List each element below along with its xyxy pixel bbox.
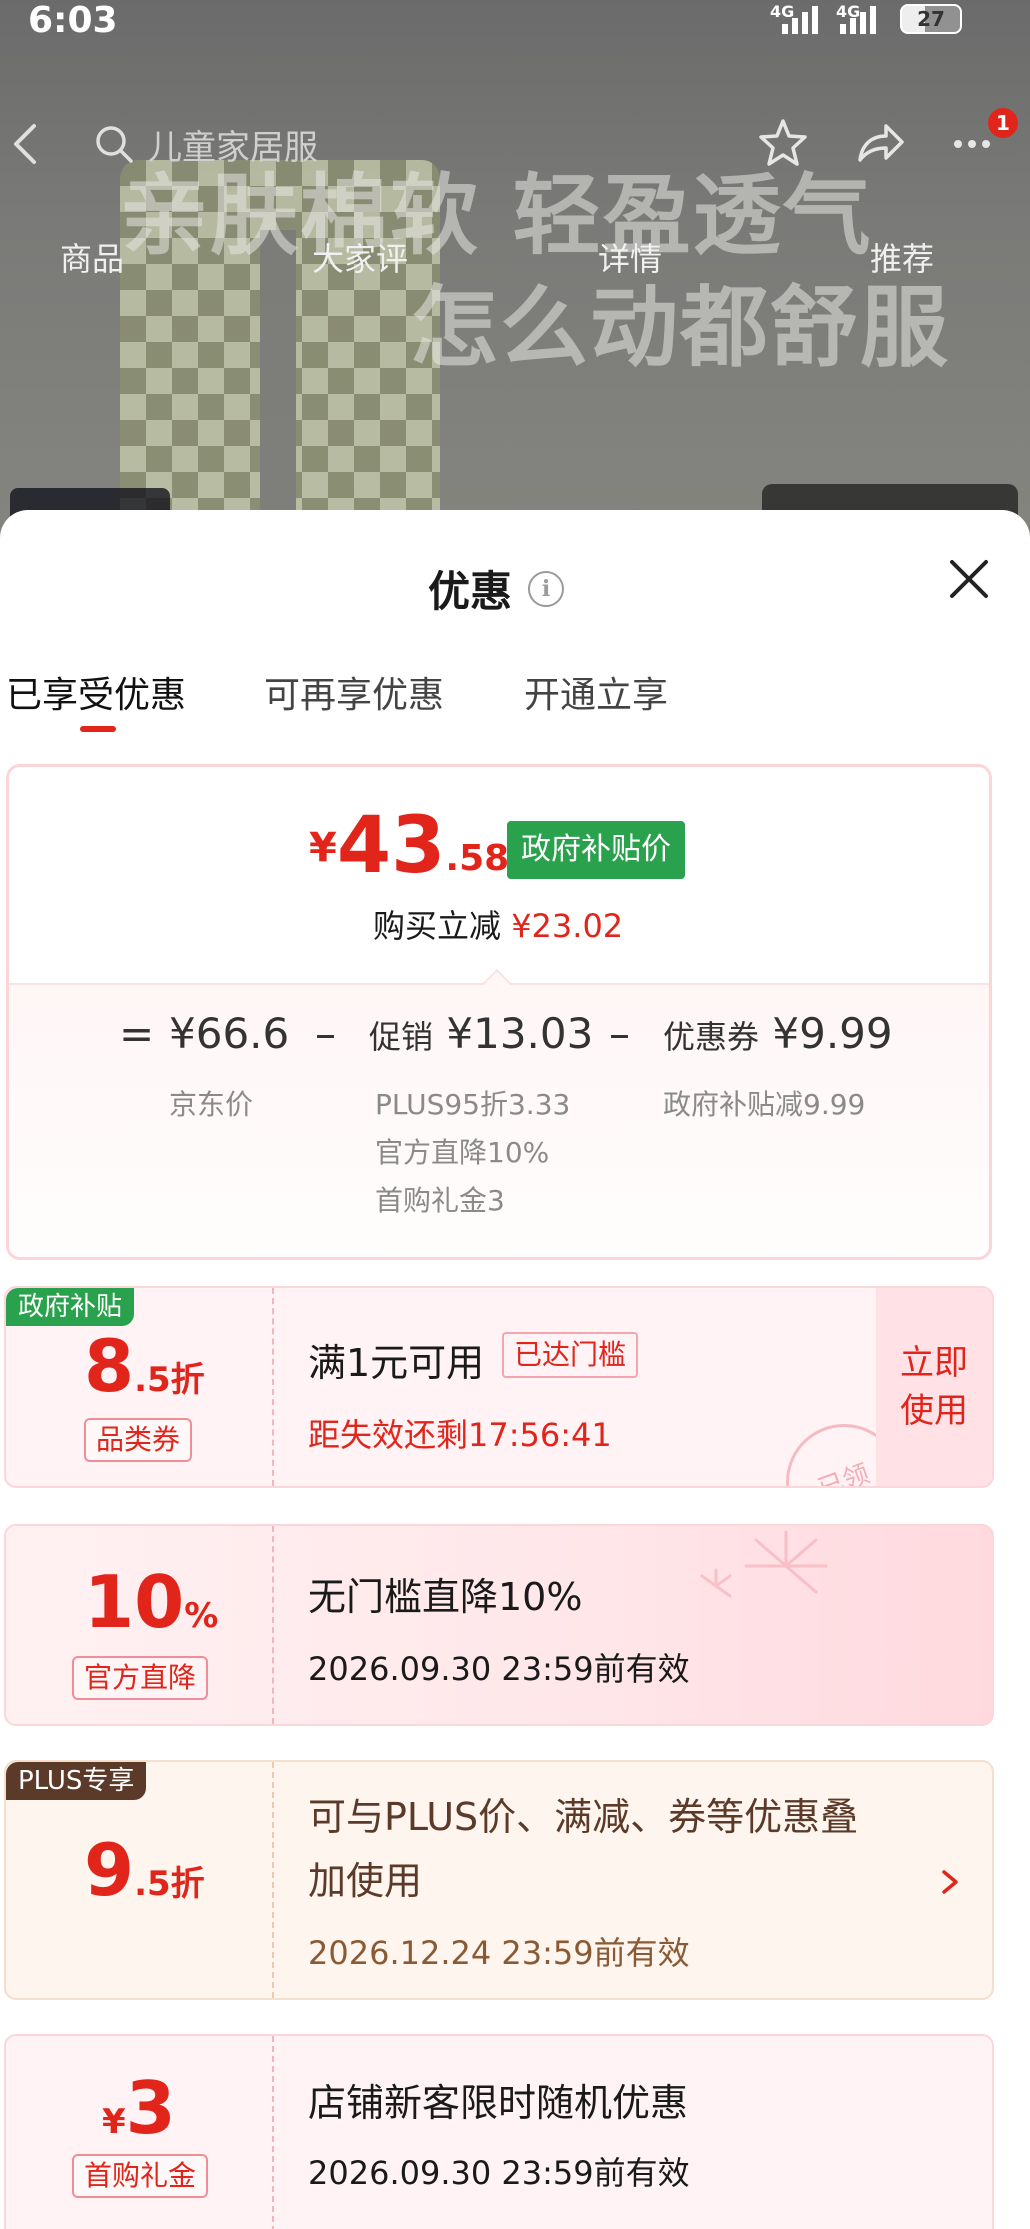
back-icon[interactable] bbox=[8, 122, 42, 166]
favorite-star-icon[interactable] bbox=[756, 116, 810, 170]
coupon-divider bbox=[272, 2036, 274, 2229]
coupon-title-line-1: 可与PLUS价、满减、券等优惠叠 bbox=[308, 1795, 859, 1839]
coupon-type-tag: 官方直降 bbox=[72, 1656, 209, 1700]
tab-more-discounts[interactable]: 可再享优惠 bbox=[264, 666, 444, 718]
use-now-button[interactable]: 立即 使用 bbox=[876, 1288, 992, 1486]
price-decimal: .58 bbox=[445, 838, 510, 879]
sheet-header: 优惠 i bbox=[428, 558, 565, 619]
close-icon[interactable] bbox=[946, 556, 992, 602]
coupon-value-int: 3 bbox=[125, 2066, 176, 2150]
coupon-title: 无门槛直降10% bbox=[308, 1575, 583, 1619]
threshold-reached-tag: 已达门槛 bbox=[502, 1332, 639, 1378]
coupon-ribbon: PLUS专享 bbox=[6, 1762, 147, 1800]
coupon-title-line-2: 加使用 bbox=[308, 1859, 423, 1903]
promo-amount: ¥13.03 bbox=[446, 1009, 594, 1058]
battery-icon: 27 bbox=[900, 4, 962, 34]
coupon-validity: 2026.09.30 23:59前有效 bbox=[308, 2154, 690, 2192]
coupon-title: 满1元可用 bbox=[308, 1341, 485, 1385]
coupon-ribbon: 政府补贴 bbox=[6, 1288, 135, 1326]
coupon-value: ¥3 bbox=[102, 2066, 176, 2150]
tab-reviews[interactable]: 大家评 bbox=[312, 234, 408, 280]
coupon-value: 8.5折 bbox=[84, 1324, 205, 1408]
coupon-value-int: 10 bbox=[84, 1560, 185, 1644]
coupon-value-unit: .5折 bbox=[134, 1864, 205, 1904]
status-time: 6:03 bbox=[28, 0, 118, 41]
promo-item: 官方直降10% bbox=[375, 1136, 550, 1169]
search-bar[interactable]: 儿童家居服 bbox=[94, 120, 514, 168]
tab-details[interactable]: 详情 bbox=[598, 234, 662, 280]
promo-item: PLUS95折3.33 bbox=[375, 1088, 571, 1121]
coupon-value: 9.5折 bbox=[84, 1828, 205, 1912]
tab-recommend[interactable]: 推荐 bbox=[870, 234, 934, 280]
coupon-divider bbox=[272, 1288, 274, 1486]
banner-line-2: 怎么动都舒服 bbox=[410, 276, 951, 379]
product-tabs: 商品 大家评 详情 推荐 bbox=[0, 234, 1030, 284]
coupon-currency: ¥ bbox=[102, 2102, 126, 2142]
coupon-label: 优惠券 bbox=[663, 1018, 760, 1056]
coupon-gov-subsidy[interactable]: 政府补贴 8.5折 品类券 满1元可用 已达门槛 距失效还剩17:56:41 已… bbox=[4, 1286, 994, 1488]
coupon-value-int: 8 bbox=[84, 1324, 135, 1408]
info-icon[interactable]: i bbox=[528, 570, 565, 607]
chevron-right-icon[interactable] bbox=[938, 1866, 962, 1898]
coupon-block: 优惠券 ¥9.99 bbox=[663, 1009, 893, 1058]
tab-enjoyed-discounts[interactable]: 已享受优惠 bbox=[6, 666, 186, 718]
coupon-divider bbox=[272, 1526, 274, 1724]
promo-block: 促销 ¥13.03 bbox=[369, 1009, 593, 1058]
price-breakdown: = ¥66.6 京东价 – 促销 ¥13.03 PLUS95折3.33 官方直降… bbox=[9, 983, 989, 1257]
promo-item: 首购礼金3 bbox=[375, 1184, 505, 1217]
coupon-value-unit: .5折 bbox=[134, 1360, 205, 1400]
jd-price-label: 京东价 bbox=[169, 1088, 254, 1121]
tab-indicator bbox=[80, 726, 116, 732]
signal-icon bbox=[782, 6, 826, 34]
coupon-countdown: 距失效还剩17:56:41 bbox=[308, 1416, 612, 1454]
gov-subsidy-tag: 政府补贴价 bbox=[507, 821, 685, 879]
price-summary-card: ¥ 43 .58 政府补贴价 购买立减 ¥23.02 = ¥66.6 京东价 –… bbox=[6, 764, 992, 1260]
notification-badge: 1 bbox=[988, 108, 1018, 138]
search-icon bbox=[96, 126, 133, 163]
coupon-amount: ¥9.99 bbox=[772, 1009, 893, 1058]
promo-label: 促销 bbox=[369, 1018, 434, 1056]
minus-sign: – bbox=[609, 1009, 630, 1058]
coupon-value-unit: % bbox=[184, 1596, 219, 1636]
coupon-divider bbox=[272, 1762, 274, 1998]
tab-open-membership[interactable]: 开通立享 bbox=[524, 666, 668, 718]
instant-discount-label: 购买立减 bbox=[373, 907, 502, 945]
coupon-item: 政府补贴减9.99 bbox=[663, 1088, 866, 1121]
coupon-validity: 2026.12.24 23:59前有效 bbox=[308, 1934, 690, 1972]
final-price-area: ¥ 43 .58 政府补贴价 购买立减 ¥23.02 bbox=[9, 767, 989, 983]
final-price: ¥ 43 .58 bbox=[309, 807, 509, 885]
coupon-value-int: 9 bbox=[84, 1828, 135, 1912]
signal-icon bbox=[840, 6, 884, 34]
minus-sign: – bbox=[315, 1009, 336, 1058]
equals-sign: = bbox=[119, 1009, 155, 1058]
coupon-title: 店铺新客限时随机优惠 bbox=[308, 2081, 689, 2125]
instant-discount-line: 购买立减 ¥23.02 bbox=[373, 901, 623, 947]
coupon-value: 10% bbox=[84, 1560, 218, 1644]
tab-goods[interactable]: 商品 bbox=[60, 234, 124, 280]
use-now-line-2: 使用 bbox=[900, 1391, 968, 1431]
sheet-title: 优惠 bbox=[428, 567, 513, 616]
coupon-type-tag: 品类券 bbox=[84, 1418, 193, 1462]
price-currency: ¥ bbox=[309, 825, 337, 871]
jd-price: ¥66.6 bbox=[169, 1009, 290, 1058]
coupon-validity: 2026.09.30 23:59前有效 bbox=[308, 1650, 690, 1688]
search-text: 儿童家居服 bbox=[148, 127, 318, 168]
coupon-official-discount[interactable]: 10% 官方直降 无门槛直降10% 2026.09.30 23:59前有效 bbox=[4, 1524, 994, 1726]
use-now-line-1: 立即 bbox=[900, 1343, 968, 1383]
fireworks-decoration-icon bbox=[700, 1530, 828, 1598]
share-icon[interactable] bbox=[852, 116, 906, 170]
instant-discount-amount: ¥23.02 bbox=[511, 907, 624, 945]
coupon-type-tag: 首购礼金 bbox=[72, 2154, 209, 2198]
price-integer: 43 bbox=[336, 801, 446, 891]
coupon-first-purchase[interactable]: ¥3 首购礼金 店铺新客限时随机优惠 2026.09.30 23:59前有效 bbox=[4, 2034, 994, 2229]
status-bar: 6:03 4G 4G 27 bbox=[0, 0, 1030, 41]
discount-sheet: 优惠 i 已享受优惠 可再享优惠 开通立享 ¥ 43 .58 政府补贴价 购买立… bbox=[0, 510, 1030, 2229]
coupon-plus-exclusive[interactable]: PLUS专享 9.5折 可与PLUS价、满减、券等优惠叠 加使用 2026.12… bbox=[4, 1760, 994, 2000]
